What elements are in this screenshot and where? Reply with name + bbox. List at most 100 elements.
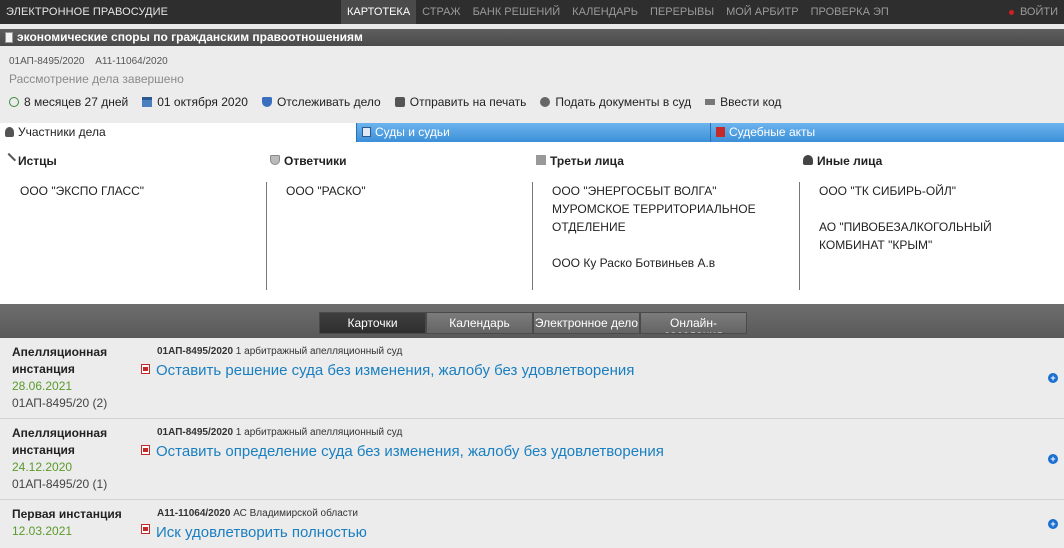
document-number: 01АП-8495/20 (2) (12, 396, 108, 410)
case-category: экономические споры по гражданским право… (17, 30, 363, 44)
documents-list: Апелляционная инстанция 28.06.2021 01АП-… (0, 338, 1064, 548)
person-icon (5, 127, 14, 137)
tab-acts-label: Судебные акты (729, 125, 816, 139)
list-item: Апелляционная инстанция 28.06.2021 01АП-… (0, 338, 1064, 419)
view-tabs: Карточки Календарь Электронное дело Онла… (319, 312, 747, 334)
shield-icon (270, 155, 280, 165)
view-switcher-bar: Карточки Календарь Электронное дело Онла… (0, 304, 1064, 338)
plaintiffs-column: Истцы ООО "ЭКСПО ГЛАСС" (0, 142, 266, 304)
printer-icon (394, 97, 405, 107)
document-case-number: 01АП-8495/2020 (157, 427, 234, 438)
nav-bank-resheniy[interactable]: БАНК РЕШЕНИЙ (467, 0, 567, 24)
document-case-number: 01АП-8495/2020 (157, 346, 234, 357)
pdf-icon[interactable] (141, 445, 150, 455)
case-actions: 8 месяцев 27 дней 01 октября 2020 Отслеж… (9, 95, 795, 109)
plaintiffs-list: ООО "ЭКСПО ГЛАСС" (18, 182, 248, 200)
expand-plus-icon[interactable]: + (1048, 519, 1058, 529)
person-icon (803, 155, 813, 165)
expand-plus-icon[interactable]: + (1048, 454, 1058, 464)
participants-panel: Истцы ООО "ЭКСПО ГЛАСС" Ответчики ООО "Р… (0, 142, 1064, 304)
defendants-heading: Ответчики (284, 154, 347, 168)
case-status: Рассмотрение дела завершено (9, 72, 184, 86)
top-nav: КАРТОТЕКА СТРАЖ БАНК РЕШЕНИЙ КАЛЕНДАРЬ П… (341, 0, 895, 24)
track-case-button[interactable]: Отслеживать дело (261, 95, 381, 109)
list-item: Первая инстанция 12.03.2021 А11-11064/20… (0, 500, 1064, 548)
nav-pereryvy[interactable]: ПЕРЕРЫВЫ (644, 0, 720, 24)
instance-name: Апелляционная инстанция (12, 426, 108, 457)
document-meta: 01АП-8495/2020 1 арбитражный апелляционн… (157, 346, 402, 357)
document-icon (5, 32, 13, 43)
third-parties-column: Третьи лица ООО "ЭНЕРГОСБЫТ ВОЛГА" МУРОМ… (532, 142, 798, 304)
tab-online-sessions[interactable]: Онлайн-заседания (640, 312, 747, 334)
print-label: Отправить на печать (409, 95, 527, 109)
duration-info: 8 месяцев 27 дней (9, 95, 128, 109)
keyboard-icon (705, 99, 716, 105)
nav-calendar[interactable]: КАЛЕНДАРЬ (566, 0, 644, 24)
document-date: 24.12.2020 (12, 460, 73, 474)
instance-name: Первая инстанция (12, 507, 122, 521)
defendants-list: ООО "РАСКО" (284, 182, 514, 200)
pdf-icon (716, 127, 725, 137)
document-meta: 01АП-8495/2020 1 арбитражный апелляционн… (157, 427, 402, 438)
column-divider (266, 182, 267, 290)
document-court: 1 арбитражный апелляционный суд (235, 346, 403, 357)
participant-item: ООО "ЭКСПО ГЛАСС" (20, 184, 145, 198)
nav-moy-arbitr[interactable]: МОЙ АРБИТР (720, 0, 805, 24)
tab-acts[interactable]: Судебные акты (710, 123, 1064, 142)
duration-label: 8 месяцев 27 дней (24, 95, 129, 109)
document-meta: А11-11064/2020 АС Владимирской области (157, 508, 358, 519)
pdf-icon[interactable] (141, 524, 150, 534)
calendar-icon (142, 97, 153, 107)
document-court: 1 арбитражный апелляционный суд (235, 427, 403, 438)
tab-courts[interactable]: Суды и судьи (356, 123, 710, 142)
case-info: 01АП-8495/2020 А11-11064/2020 Рассмотрен… (0, 46, 1064, 123)
shield-icon (261, 97, 272, 107)
pdf-icon[interactable] (141, 364, 150, 374)
login-label: ВОЙТИ (1019, 6, 1058, 18)
document-date: 28.06.2021 (12, 379, 73, 393)
submit-documents-label: Подать документы в суд (555, 95, 692, 109)
case-category-bar: экономические споры по гражданским право… (0, 29, 1064, 46)
tab-calendar[interactable]: Календарь (426, 312, 533, 334)
other-persons-heading: Иные лица (817, 154, 883, 168)
document-title-link[interactable]: Оставить определение суда без изменения,… (156, 443, 664, 460)
enter-code-button[interactable]: Ввести код (705, 95, 781, 109)
plaintiffs-heading: Истцы (18, 154, 57, 168)
login-button[interactable]: ВОЙТИ (1008, 0, 1058, 24)
document-title-link[interactable]: Иск удовлетворить полностью (156, 524, 367, 541)
document-court: АС Владимирской области (233, 508, 358, 519)
case-numbers: 01АП-8495/2020 А11-11064/2020 (9, 56, 176, 67)
print-button[interactable]: Отправить на печать (394, 95, 527, 109)
building-icon (536, 155, 546, 165)
participant-item: ООО "ЭНЕРГОСБЫТ ВОЛГА" МУРОМСКОЕ ТЕРРИТО… (552, 184, 756, 234)
tab-courts-label: Суды и судьи (375, 125, 450, 139)
case-number-appeal: 01АП-8495/2020 (9, 56, 85, 67)
document-title-link[interactable]: Оставить решение суда без изменения, жал… (156, 362, 634, 379)
other-persons-list: ООО "ТК СИБИРЬ-ОЙЛ" АО "ПИВОБЕЗАЛКОГОЛЬН… (817, 182, 1047, 254)
participant-item: АО "ПИВОБЕЗАЛКОГОЛЬНЫЙ КОМБИНАТ "КРЫМ" (819, 220, 992, 252)
building-icon (362, 127, 371, 137)
column-divider (799, 182, 800, 290)
nav-proverka-ep[interactable]: ПРОВЕРКА ЭП (805, 0, 895, 24)
tab-cards[interactable]: Карточки (319, 312, 426, 334)
date-info: 01 октября 2020 (142, 95, 248, 109)
document-date: 12.03.2021 (12, 524, 73, 538)
tab-participants[interactable]: Участники дела (0, 123, 356, 142)
participant-item: ООО "РАСКО" (286, 184, 366, 198)
login-status-dot-icon (1008, 9, 1014, 15)
participant-item: ООО "ТК СИБИРЬ-ОЙЛ" (819, 184, 957, 198)
third-parties-heading: Третьи лица (550, 154, 624, 168)
nav-kartoteka[interactable]: КАРТОТЕКА (341, 0, 417, 24)
clock-icon (9, 97, 19, 107)
swords-icon (1, 152, 17, 168)
column-divider (532, 182, 533, 290)
list-item: Апелляционная инстанция 24.12.2020 01АП-… (0, 419, 1064, 500)
brand-logo-text[interactable]: ЭЛЕКТРОННОЕ ПРАВОСУДИЕ (6, 6, 168, 18)
tab-electronic-case[interactable]: Электронное дело (533, 312, 640, 334)
defendants-column: Ответчики ООО "РАСКО" (266, 142, 532, 304)
participant-item: ООО Ку Раско Ботвиньев А.в (552, 256, 716, 270)
nav-strazh[interactable]: СТРАЖ (416, 0, 466, 24)
expand-plus-icon[interactable]: + (1048, 373, 1058, 383)
top-bar: ЭЛЕКТРОННОЕ ПРАВОСУДИЕ КАРТОТЕКА СТРАЖ Б… (0, 0, 1064, 24)
submit-documents-button[interactable]: Подать документы в суд (540, 95, 691, 109)
